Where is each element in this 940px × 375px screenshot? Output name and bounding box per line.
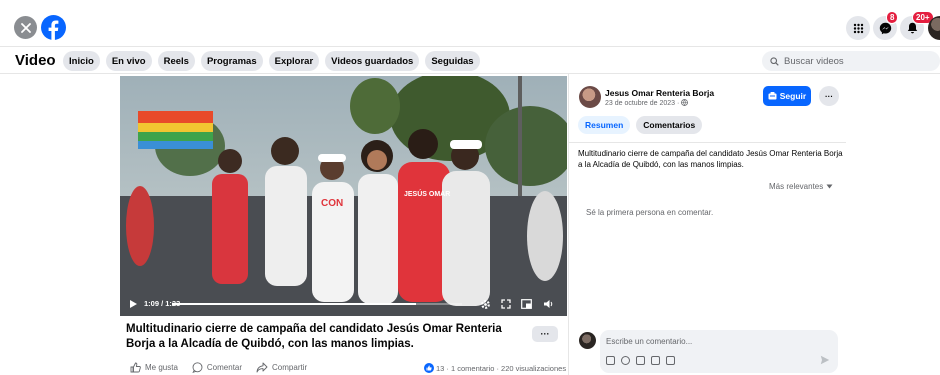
comment-placeholder: Escribe un comentario... xyxy=(606,337,693,346)
share-button[interactable]: Compartir xyxy=(256,362,307,373)
follow-button[interactable]: Seguir xyxy=(763,86,811,106)
comment-input[interactable]: Escribe un comentario... xyxy=(600,330,838,373)
shirt-text-con: CON xyxy=(321,198,343,209)
volume-icon[interactable] xyxy=(543,299,554,309)
tab-comentarios[interactable]: Comentarios xyxy=(636,116,703,134)
bell-icon xyxy=(907,22,917,34)
fullscreen-icon[interactable] xyxy=(501,299,511,309)
post-date[interactable]: 23 de octubre de 2023 · xyxy=(605,99,689,107)
stats-text: 13 · 1 comentario · 220 visualizaciones xyxy=(436,363,567,373)
divider xyxy=(569,142,846,143)
nav-tabs: Inicio En vivo Reels Programas Explorar … xyxy=(63,51,480,71)
tab-resumen[interactable]: Resumen xyxy=(578,116,631,134)
sidebar-more-button[interactable]: ··· xyxy=(819,86,839,106)
messenger-badge: 8 xyxy=(886,11,899,24)
share-label: Compartir xyxy=(272,363,308,372)
tab-seguidas[interactable]: Seguidas xyxy=(425,51,480,71)
sort-label: Más relevantes xyxy=(769,182,824,191)
post-description: Multitudinario cierre de campaña del can… xyxy=(578,149,843,169)
author-name[interactable]: Jesus Omar Renteria Borja xyxy=(605,88,714,98)
caret-down-icon xyxy=(826,184,833,189)
post-sidebar: Jesus Omar Renteria Borja 23 de octubre … xyxy=(568,74,940,375)
sidebar-tabs: Resumen Comentarios xyxy=(578,116,703,134)
sticker-icon[interactable] xyxy=(666,356,675,365)
commenter-avatar xyxy=(579,332,596,349)
like-label: Me gusta xyxy=(145,363,178,372)
account-avatar[interactable] xyxy=(928,16,940,40)
tab-reels[interactable]: Reels xyxy=(157,51,195,71)
tab-en-vivo[interactable]: En vivo xyxy=(105,51,152,71)
post-date-text: 23 de octubre de 2023 · xyxy=(605,100,680,107)
play-icon[interactable] xyxy=(129,299,138,309)
video-nav-bar: Video Inicio En vivo Reels Programas Exp… xyxy=(0,46,940,74)
search-placeholder: Buscar videos xyxy=(784,55,844,67)
search-icon xyxy=(770,56,779,66)
gif-icon[interactable] xyxy=(651,356,660,365)
post-more-button[interactable]: ··· xyxy=(532,326,558,342)
video-progress-bar[interactable] xyxy=(172,303,462,305)
like-button[interactable]: Me gusta xyxy=(130,362,178,373)
empty-comments-text: Sé la primera persona en comentar. xyxy=(586,208,714,217)
comment-icon xyxy=(192,362,203,373)
like-reaction-icon xyxy=(424,363,434,373)
page-title: Video xyxy=(15,52,56,69)
globe-icon xyxy=(681,99,689,107)
emoji-icon[interactable] xyxy=(621,356,630,365)
follow-icon xyxy=(768,92,777,100)
facebook-logo-icon[interactable] xyxy=(41,15,66,40)
messenger-button[interactable]: 8 xyxy=(873,11,899,40)
post-title: Multitudinario cierre de campaña del can… xyxy=(126,323,502,350)
video-progress-fill xyxy=(172,303,416,305)
video-controls: 1:09 / 1:23 xyxy=(120,294,567,316)
notifications-button[interactable]: 20+ xyxy=(900,11,934,40)
close-icon[interactable] xyxy=(14,16,37,39)
author-avatar[interactable] xyxy=(579,86,601,108)
search-input[interactable]: Buscar videos xyxy=(762,51,940,71)
camera-icon[interactable] xyxy=(636,356,645,365)
menu-grid-icon[interactable] xyxy=(846,16,870,40)
send-icon[interactable] xyxy=(820,355,830,365)
tab-explorar[interactable]: Explorar xyxy=(268,51,320,71)
thumbs-up-icon xyxy=(130,362,141,373)
comment-label: Comentar xyxy=(206,363,243,372)
comment-button[interactable]: Comentar xyxy=(192,362,242,373)
top-bar: 8 20+ xyxy=(0,0,940,46)
tab-inicio[interactable]: Inicio xyxy=(63,51,100,71)
video-player[interactable]: CON JESÚS OMAR 1:09 / 1:23 xyxy=(120,76,567,316)
post-stats[interactable]: 13 · 1 comentario · 220 visualizaciones xyxy=(424,363,566,373)
comment-sort-dropdown[interactable]: Más relevantes xyxy=(769,182,833,191)
follow-label: Seguir xyxy=(779,91,807,101)
tab-videos-guardados[interactable]: Videos guardados xyxy=(325,51,420,71)
comment-tools xyxy=(606,356,675,365)
tab-programas[interactable]: Programas xyxy=(200,51,263,71)
settings-gear-icon[interactable] xyxy=(480,299,491,310)
share-icon xyxy=(256,362,268,373)
shirt-text-name: JESÚS OMAR xyxy=(404,189,450,198)
avatar-sticker-icon[interactable] xyxy=(606,356,615,365)
post-actions: Me gusta Comentar Compartir xyxy=(130,362,307,373)
video-frame: CON JESÚS OMAR xyxy=(120,76,567,316)
miniplayer-icon[interactable] xyxy=(521,299,532,309)
